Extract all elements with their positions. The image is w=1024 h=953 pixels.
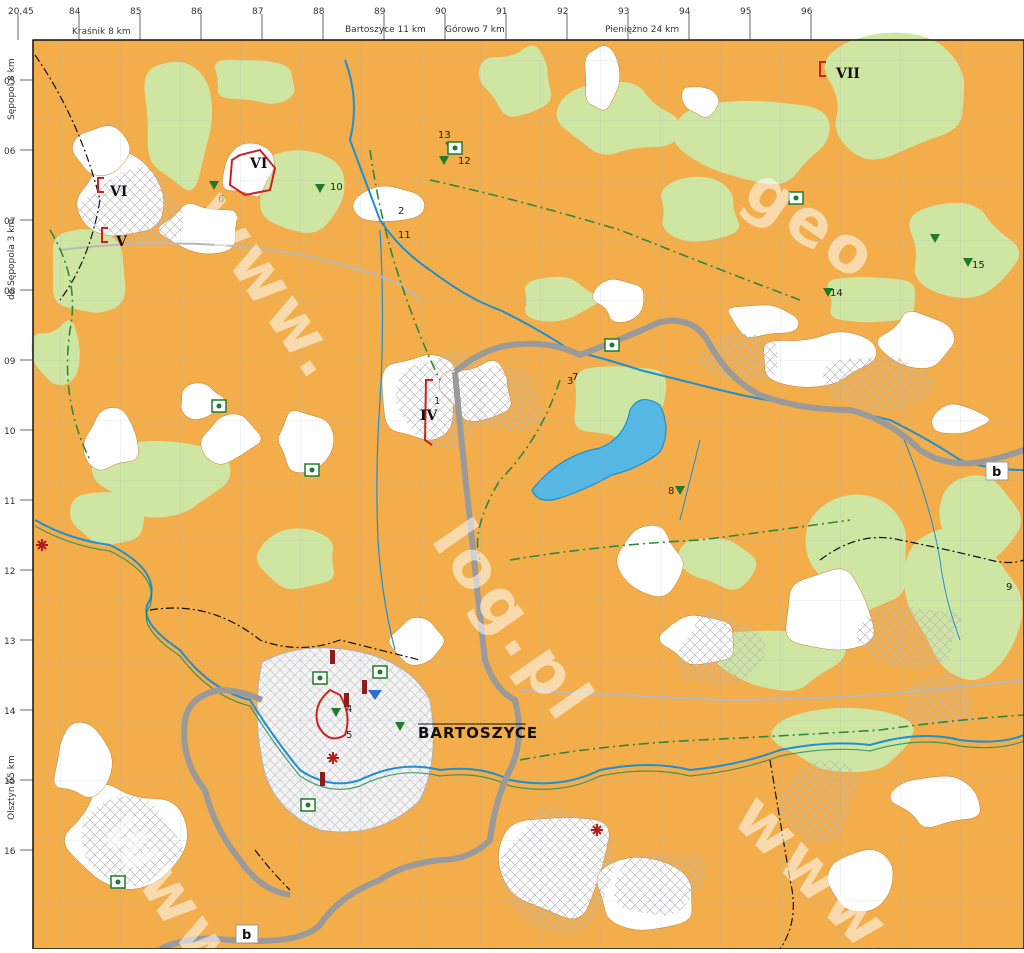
square-site-icon — [300, 798, 316, 812]
top-note-1: Kraśnik 8 km — [72, 26, 131, 37]
top-tick-label: 89 — [374, 7, 386, 17]
left-tick-label: 06 — [4, 147, 16, 157]
top-tick-label: 96 — [801, 7, 813, 17]
site-number-label: 10 — [330, 182, 343, 193]
town-label: BARTOSZYCE — [418, 724, 538, 742]
roman-numeral-4: VII — [835, 66, 860, 82]
svg-text:b: b — [992, 465, 1001, 480]
top-tick-label: 87 — [252, 7, 263, 17]
left-note-3: Olsztyn 65 km — [7, 755, 17, 820]
left-tick-label: 09 — [4, 357, 16, 367]
road-badge-a: b — [985, 461, 1009, 481]
roman-numeral-2: V — [115, 234, 128, 250]
top-tick-label: 84 — [69, 7, 81, 17]
roman-numeral-5: VI — [249, 156, 267, 172]
top-note-4: Pieniężno 24 km — [605, 25, 679, 35]
left-note-1: Sępopol 8 km — [7, 58, 17, 120]
map-canvas: 123456789101112131415 IV V VI VII VI BAR… — [0, 0, 1024, 953]
site-number-label: 12 — [458, 156, 471, 167]
square-site-icon — [604, 338, 620, 352]
top-tick-label: 20,45 — [8, 7, 34, 17]
square-site-icon — [312, 671, 328, 685]
site-number-label: 5 — [346, 730, 352, 741]
left-note-2: do Sępopola 3 km — [7, 219, 17, 300]
left-tick-label: 16 — [4, 847, 16, 857]
site-number-label: 8 — [668, 486, 674, 497]
roman-numeral-1: IV — [420, 408, 439, 424]
top-tick-label: 93 — [618, 7, 629, 17]
top-tick-label: 85 — [130, 7, 141, 17]
square-site-icon — [372, 665, 388, 679]
roman-numeral-3: VI — [109, 184, 127, 200]
left-tick-label: 10 — [4, 427, 16, 437]
left-tick-label: 13 — [4, 637, 15, 647]
top-tick-label: 88 — [313, 7, 325, 17]
left-tick-label: 14 — [4, 707, 16, 717]
top-tick-label: 95 — [740, 7, 751, 17]
top-tick-label: 94 — [679, 7, 691, 17]
square-site-icon — [304, 463, 320, 477]
site-number-label: 13 — [438, 130, 451, 141]
site-number-label: 4 — [346, 704, 352, 715]
site-number-label: 2 — [398, 206, 404, 217]
left-tick-label: 11 — [4, 497, 15, 507]
site-number-label: 9 — [1006, 582, 1012, 593]
geological-map: 1 2 3 4 5 6 7 8 9 10 11 12 13 14 15 IV V VI VII VI BAR… — [0, 0, 1024, 953]
square-site-icon — [211, 399, 227, 413]
site-number-label: 15 — [972, 260, 985, 271]
site-number-label: 11 — [398, 230, 411, 241]
top-tick-label: 90 — [435, 7, 447, 17]
top-tick-label: 86 — [191, 7, 203, 17]
top-tick-label: 92 — [557, 7, 568, 17]
top-note-3: Górowo 7 km — [445, 24, 505, 35]
square-site-icon — [447, 141, 463, 155]
left-tick-label: 12 — [4, 567, 15, 577]
site-number-label: 1 — [434, 396, 440, 407]
site-number-label: 7 — [572, 372, 578, 383]
top-tick-label: 91 — [496, 7, 507, 17]
top-note-2: Bartoszyce 11 km — [345, 25, 426, 35]
